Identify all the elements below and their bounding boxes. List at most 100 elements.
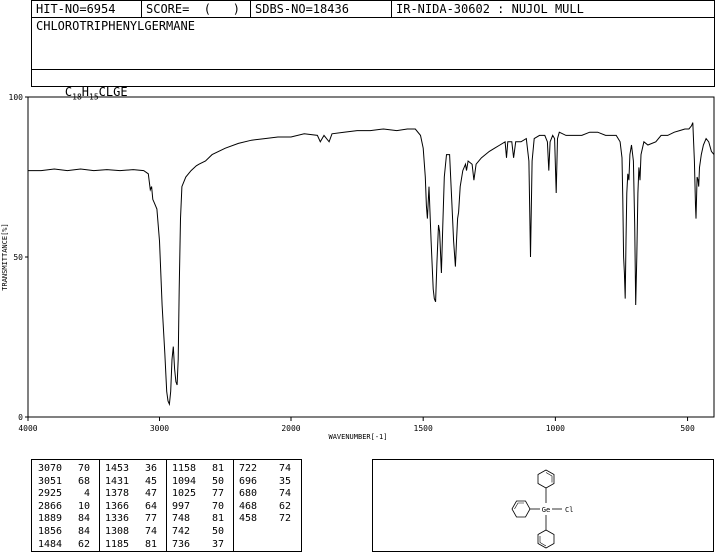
peak-transmittance: 84 [77, 525, 90, 537]
peak-column: 1158 81 1094 50 1025 77 997 70 748 81 742 50 736 37 [172, 463, 224, 551]
peak-wavenumber: 1484 [38, 538, 63, 550]
peak-wavenumber: 696 [239, 475, 258, 487]
peak-row: 1158 81 [172, 463, 224, 476]
molecule-structure: Ge Cl [511, 469, 573, 549]
peak-wavenumber: 722 [239, 463, 258, 474]
peak-wavenumber: 742 [172, 525, 191, 537]
peak-transmittance: 74 [144, 525, 157, 537]
peak-table-divider [99, 460, 100, 551]
y-axis-label: TRANSMITTANCE[%] [1, 223, 9, 290]
peak-row: 2925 4 [38, 488, 90, 501]
peak-transmittance: 62 [77, 538, 90, 550]
peak-row: 3051 68 [38, 476, 90, 489]
peak-transmittance: 70 [211, 500, 224, 512]
peak-wavenumber: 1308 [105, 525, 130, 537]
peak-row: 736 37 [172, 539, 224, 552]
peak-row: 680 74 [239, 488, 291, 501]
aromatic-bonds [514, 502, 524, 510]
x-axis-label: WAVENUMBER[-1] [328, 433, 387, 441]
x-tick-label: 3000 [150, 424, 169, 433]
peak-transmittance: 36 [144, 463, 157, 474]
aromatic-bonds [545, 472, 553, 483]
peak-transmittance: 64 [144, 500, 157, 512]
peak-wavenumber: 3070 [38, 463, 63, 474]
peak-wavenumber: 1025 [172, 488, 197, 500]
peak-column: 3070 70 3051 68 2925 4 2866 10 1889 84 1856 84 1484 6… [38, 463, 90, 551]
ir-spectrum-chart: 4000 3000 2000 1500 1000 500 0 50 100 WAVENUMBE… [1, 93, 715, 441]
peak-wavenumber: 3051 [38, 475, 63, 487]
peak-row: 1366 64 [105, 501, 157, 514]
peak-row: 748 81 [172, 513, 224, 526]
peak-transmittance: 47 [144, 488, 157, 500]
peak-wavenumber: 2925 [38, 488, 63, 500]
peak-wavenumber: 1453 [105, 463, 130, 474]
peak-wavenumber: 736 [172, 538, 191, 550]
peak-wavenumber: 1366 [105, 500, 130, 512]
peak-transmittance: 81 [144, 538, 157, 550]
peak-transmittance: 81 [211, 463, 224, 474]
peak-row: 722 74 [239, 463, 291, 476]
peak-transmittance: 84 [77, 513, 90, 525]
peak-wavenumber: 1431 [105, 475, 130, 487]
y-tick-label: 100 [9, 93, 24, 102]
peak-transmittance: 4 [83, 488, 90, 500]
x-tick-label: 1000 [546, 424, 565, 433]
peak-row: 468 62 [239, 501, 291, 514]
peak-transmittance: 74 [278, 463, 291, 474]
peak-row: 1094 50 [172, 476, 224, 489]
peak-wavenumber: 1378 [105, 488, 130, 500]
peak-row: 997 70 [172, 501, 224, 514]
peak-wavenumber: 1889 [38, 513, 63, 525]
peak-row: 1336 77 [105, 513, 157, 526]
peak-transmittance: 50 [211, 475, 224, 487]
peak-wavenumber: 748 [172, 513, 191, 525]
peak-row: 2866 10 [38, 501, 90, 514]
peak-row: 1484 62 [38, 539, 90, 552]
peak-row: 1025 77 [172, 488, 224, 501]
aromatic-bonds [539, 536, 547, 547]
peak-transmittance: 77 [144, 513, 157, 525]
peak-table-divider [166, 460, 167, 551]
peak-wavenumber: 1185 [105, 538, 130, 550]
x-tick-label: 1500 [414, 424, 433, 433]
peak-row: 1378 47 [105, 488, 157, 501]
peak-transmittance: 50 [211, 525, 224, 537]
peak-row: 742 50 [172, 526, 224, 539]
peak-row: 1308 74 [105, 526, 157, 539]
peak-wavenumber: 2866 [38, 500, 63, 512]
x-tick-label: 500 [680, 424, 695, 433]
x-tick-label: 2000 [281, 424, 300, 433]
peak-row: 3070 70 [38, 463, 90, 476]
peak-wavenumber: 1094 [172, 475, 197, 487]
peak-row: 1431 45 [105, 476, 157, 489]
peak-transmittance: 62 [278, 500, 291, 512]
peak-transmittance: 70 [77, 463, 90, 474]
structure-box: Ge Cl [372, 459, 714, 552]
x-tick-label: 4000 [18, 424, 37, 433]
peak-wavenumber: 1336 [105, 513, 130, 525]
peak-wavenumber: 458 [239, 513, 258, 525]
spectrum-line [28, 122, 715, 407]
phenyl-ring-bottom [537, 529, 555, 549]
peak-transmittance: 35 [278, 475, 291, 487]
peak-row: 458 72 [239, 513, 291, 526]
peak-transmittance: 45 [144, 475, 157, 487]
peak-transmittance: 72 [278, 513, 291, 525]
plot-frame [27, 96, 715, 418]
peak-transmittance: 37 [211, 538, 224, 550]
y-tick-label: 50 [13, 253, 23, 262]
peak-row: 1453 36 [105, 463, 157, 476]
peak-transmittance: 81 [211, 513, 224, 525]
atom-cl: Cl [565, 506, 573, 514]
peak-row: 1185 81 [105, 539, 157, 552]
peak-column: 1453 36 1431 45 1378 47 1366 64 1336 77 1308 74 1185… [105, 463, 157, 551]
peak-wavenumber: 1158 [172, 463, 197, 474]
atom-ge: Ge [542, 506, 550, 514]
peak-row: 1889 84 [38, 513, 90, 526]
peak-table-divider [233, 460, 234, 551]
y-tick-label: 0 [18, 413, 23, 422]
peak-transmittance: 77 [211, 488, 224, 500]
peak-column: 722 74 696 35 680 74 468 62 458 72 [239, 463, 291, 526]
peak-transmittance: 68 [77, 475, 90, 487]
peak-row: 696 35 [239, 476, 291, 489]
